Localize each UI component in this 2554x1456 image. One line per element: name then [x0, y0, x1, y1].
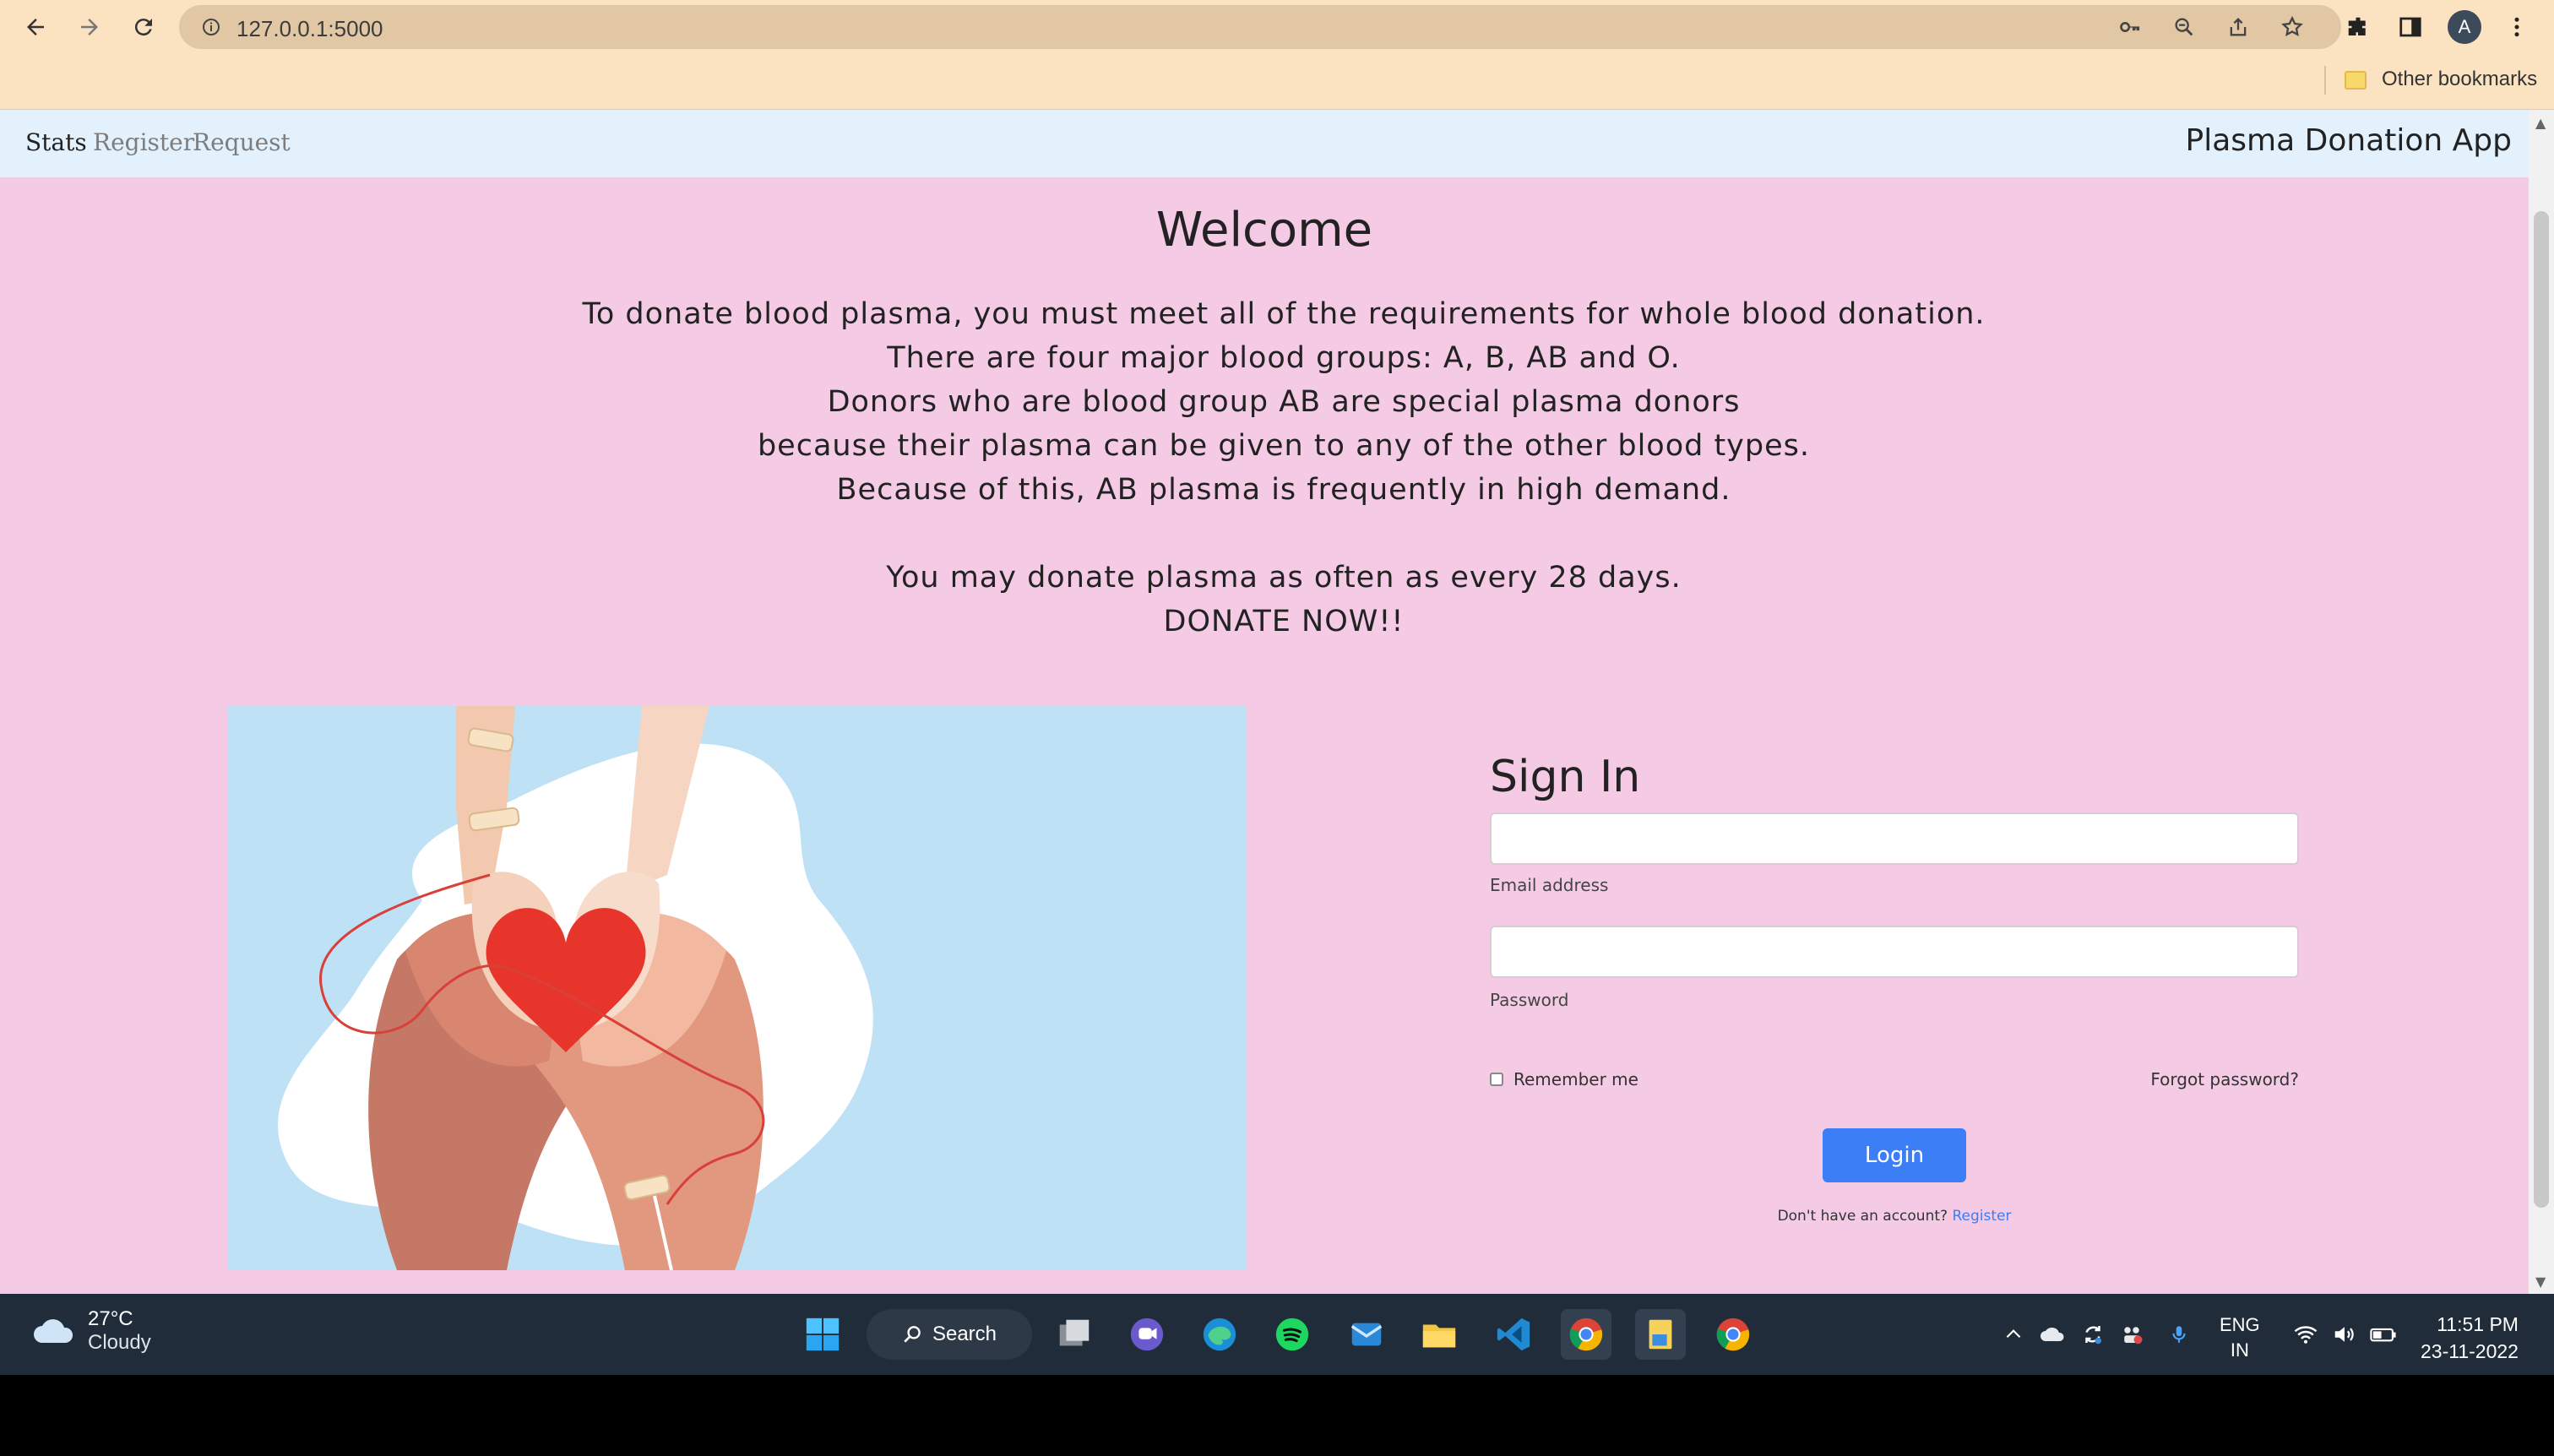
- bookmarks-bar: Other bookmarks: [0, 54, 2554, 110]
- intro-paragraph: To donate blood plasma, you must meet al…: [507, 292, 2061, 644]
- nav-item-request[interactable]: Request: [193, 128, 291, 156]
- chrome-profile-icon[interactable]: [1708, 1309, 1758, 1360]
- url-text: 127.0.0.1:5000: [236, 16, 383, 41]
- chrome-icon[interactable]: [1561, 1309, 1611, 1360]
- extensions-icon[interactable]: [2341, 10, 2375, 44]
- remember-label: Remember me: [1513, 1069, 1638, 1089]
- edge-browser-icon[interactable]: [1194, 1309, 1245, 1360]
- remember-checkbox[interactable]: [1490, 1073, 1503, 1086]
- input-language[interactable]: ENG IN: [2220, 1312, 2260, 1363]
- scroll-down-icon[interactable]: ▼: [2535, 1274, 2546, 1290]
- zoom-icon[interactable]: [2171, 14, 2198, 41]
- windows-taskbar: 27°C Cloudy Search ENG IN 11:51 PM 23-11…: [0, 1294, 2554, 1375]
- donate-now-text: DONATE NOW!!: [1163, 605, 1405, 638]
- file-explorer-icon[interactable]: [1414, 1309, 1464, 1360]
- other-bookmarks-link[interactable]: Other bookmarks: [2382, 68, 2537, 91]
- nav-item-register[interactable]: Register: [93, 128, 194, 156]
- clock-time: 11:51 PM: [2437, 1313, 2519, 1335]
- back-icon[interactable]: [17, 8, 54, 46]
- key-icon[interactable]: [2117, 14, 2144, 41]
- page-content: Stats Register Request Plasma Donation A…: [0, 110, 2529, 1294]
- intro-line: because their plasma can be given to any…: [757, 429, 1811, 463]
- remember-me[interactable]: Remember me: [1490, 1069, 1638, 1089]
- site-navbar: Stats Register Request Plasma Donation A…: [0, 110, 2529, 177]
- vscode-icon[interactable]: [1488, 1309, 1539, 1360]
- search-label: Search: [932, 1323, 997, 1345]
- folder-icon: [2345, 71, 2367, 90]
- bookmark-star-icon[interactable]: [2279, 14, 2306, 41]
- intro-spacer: [507, 512, 2061, 556]
- site-info-icon[interactable]: [198, 14, 225, 41]
- email-label: Email address: [1490, 875, 1609, 895]
- weather-temp: 27°C: [88, 1307, 133, 1330]
- microphone-icon[interactable]: [2162, 1312, 2196, 1356]
- intro-line: Donors who are blood group AB are specia…: [827, 385, 1741, 419]
- browser-chrome: 127.0.0.1:5000 A Other bookmarks: [0, 0, 2554, 110]
- cloud-icon: [34, 1319, 73, 1343]
- no-account-line: Don't have an account? Register: [1490, 1208, 2299, 1225]
- reload-icon[interactable]: [125, 8, 162, 46]
- no-account-text: Don't have an account?: [1777, 1208, 1948, 1225]
- spotify-icon[interactable]: [1267, 1309, 1318, 1360]
- brand-title[interactable]: Plasma Donation App: [2186, 123, 2512, 158]
- donation-illustration: [228, 706, 1247, 1270]
- clock-date: 23-11-2022: [2421, 1340, 2519, 1362]
- address-bar[interactable]: 127.0.0.1:5000: [179, 5, 2341, 49]
- intro-line: There are four major blood groups: A, B,…: [887, 341, 1681, 375]
- scrollbar-thumb[interactable]: [2534, 211, 2549, 1208]
- profile-avatar[interactable]: A: [2448, 10, 2481, 44]
- tray-chevron-icon[interactable]: [1997, 1312, 2030, 1356]
- nav-item-stats[interactable]: Stats: [25, 128, 87, 156]
- volume-icon[interactable]: [2328, 1312, 2361, 1356]
- email-field[interactable]: [1490, 812, 2299, 865]
- lang-code: ENG: [2220, 1314, 2260, 1335]
- share-icon[interactable]: [2225, 14, 2252, 41]
- forgot-password-link[interactable]: Forgot password?: [2150, 1069, 2299, 1089]
- mail-icon[interactable]: [1341, 1309, 1392, 1360]
- search-icon: [904, 1326, 921, 1343]
- page-title: Welcome: [1155, 203, 1373, 258]
- intro-line: You may donate plasma as often as every …: [886, 561, 1682, 595]
- login-button[interactable]: Login: [1823, 1128, 1966, 1182]
- notes-app-icon[interactable]: [1635, 1309, 1686, 1360]
- browser-toolbar: 127.0.0.1:5000 A: [0, 0, 2554, 54]
- screen-bottom-bezel: [0, 1375, 2554, 1456]
- intro-line: To donate blood plasma, you must meet al…: [582, 297, 1986, 331]
- menu-dots-icon[interactable]: [2500, 10, 2534, 44]
- side-panel-icon[interactable]: [2394, 10, 2427, 44]
- signin-title: Sign In: [1490, 752, 1641, 802]
- sync-icon[interactable]: [2076, 1312, 2110, 1356]
- teams-chat-icon[interactable]: [1122, 1309, 1172, 1360]
- lang-region: IN: [2230, 1339, 2249, 1361]
- windows-start-icon[interactable]: [797, 1309, 848, 1360]
- weather-widget[interactable]: 27°C Cloudy: [30, 1307, 151, 1355]
- taskbar-search[interactable]: Search: [867, 1309, 1032, 1360]
- wifi-icon[interactable]: [2289, 1312, 2323, 1356]
- battery-icon[interactable]: [2367, 1312, 2400, 1356]
- intro-line: Because of this, AB plasma is frequently…: [836, 473, 1731, 507]
- scroll-up-icon[interactable]: ▲: [2535, 115, 2546, 131]
- bookmarks-divider: [2324, 66, 2326, 95]
- app-tray-icon[interactable]: [2115, 1312, 2149, 1356]
- system-clock[interactable]: 11:51 PM 23-11-2022: [2421, 1311, 2519, 1365]
- onedrive-icon[interactable]: [2035, 1312, 2069, 1356]
- task-view-icon[interactable]: [1049, 1309, 1100, 1360]
- weather-condition: Cloudy: [88, 1331, 151, 1354]
- password-field[interactable]: [1490, 926, 2299, 978]
- forward-icon[interactable]: [71, 8, 108, 46]
- register-link[interactable]: Register: [1952, 1208, 2011, 1225]
- page-scrollbar[interactable]: ▲ ▼: [2529, 110, 2554, 1294]
- password-label: Password: [1490, 990, 1569, 1010]
